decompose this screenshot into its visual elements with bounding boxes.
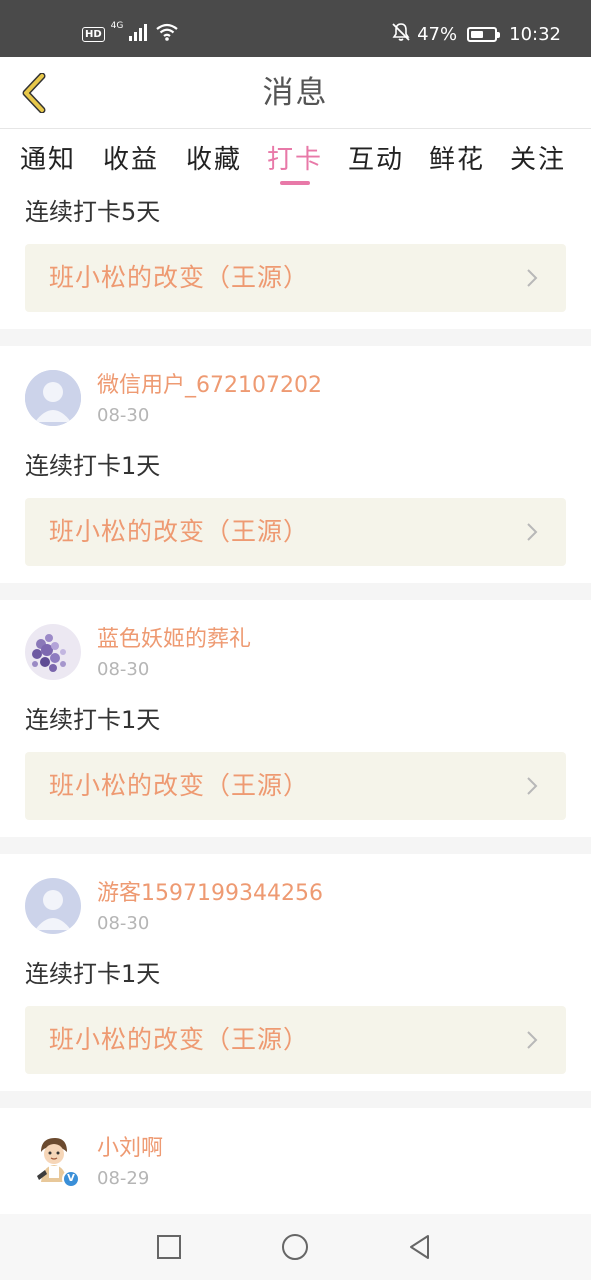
post-date: 08-30 xyxy=(97,659,150,680)
default-avatar-icon xyxy=(25,878,81,934)
default-avatar-icon xyxy=(25,370,81,426)
tab-notifications[interactable]: 通知 xyxy=(20,138,76,182)
divider xyxy=(0,329,591,346)
network-type-label: 4G xyxy=(110,21,124,31)
user-avatar[interactable] xyxy=(25,370,81,426)
tab-checkin[interactable]: 打卡 xyxy=(267,138,323,182)
post-date: 08-30 xyxy=(97,913,150,934)
tab-following[interactable]: 关注 xyxy=(510,138,566,182)
checkin-streak-text: 连续打卡1天 xyxy=(25,706,161,734)
checkin-streak-text: 连续打卡1天 xyxy=(25,960,161,988)
battery-percent: 47% xyxy=(417,23,458,45)
status-left: HD 4G xyxy=(82,20,179,48)
mute-bell-icon xyxy=(391,22,411,47)
tab-flowers[interactable]: 鲜花 xyxy=(429,138,485,182)
cell-signal-icon xyxy=(129,23,149,45)
recents-button[interactable] xyxy=(153,1231,185,1263)
book-card[interactable]: 班小松的改变（王源） xyxy=(25,1006,566,1074)
active-tab-indicator xyxy=(280,181,310,185)
user-name[interactable]: 游客1597199344256 xyxy=(97,879,323,909)
user-avatar[interactable] xyxy=(25,624,81,680)
triangle-back-icon xyxy=(410,1235,429,1259)
header-bar: 消息 xyxy=(0,57,591,129)
status-right: 47% 10:32 xyxy=(391,20,561,48)
chevron-right-icon xyxy=(527,1031,538,1049)
book-title: 班小松的改变（王源） xyxy=(49,517,310,546)
user-avatar[interactable] xyxy=(25,878,81,934)
user-name[interactable]: 蓝色妖姬的葬礼 xyxy=(97,625,251,655)
divider xyxy=(0,1091,591,1108)
nav-back-button[interactable] xyxy=(404,1231,436,1263)
circle-home-icon xyxy=(282,1234,308,1260)
chevron-right-icon xyxy=(527,523,538,541)
status-bar: HD 4G 47% 10:32 xyxy=(0,0,591,57)
book-card[interactable]: 班小松的改变（王源） xyxy=(25,244,566,312)
hd-badge: HD xyxy=(82,26,105,42)
book-title: 班小松的改变（王源） xyxy=(49,1025,310,1054)
system-nav-bar xyxy=(0,1214,591,1280)
wifi-icon xyxy=(155,23,179,45)
home-button[interactable] xyxy=(279,1231,311,1263)
divider xyxy=(0,837,591,854)
user-name[interactable]: 小刘啊 xyxy=(97,1134,163,1164)
divider xyxy=(0,583,591,600)
tab-interactions[interactable]: 互动 xyxy=(348,138,404,182)
tab-favorites[interactable]: 收藏 xyxy=(186,138,242,182)
checkin-feed[interactable]: 连续打卡5天 班小松的改变（王源） 微信用户_672107202 08-30 连… xyxy=(0,192,591,1214)
book-title: 班小松的改变（王源） xyxy=(49,771,310,800)
tab-earnings[interactable]: 收益 xyxy=(103,138,159,182)
lavender-flower-avatar xyxy=(25,624,81,680)
post-date: 08-29 xyxy=(97,1168,150,1189)
square-recents-icon xyxy=(157,1235,181,1259)
post-date: 08-30 xyxy=(97,405,150,426)
checkin-streak-text: 连续打卡5天 xyxy=(25,198,161,226)
chevron-right-icon xyxy=(527,269,538,287)
clock: 10:32 xyxy=(509,23,561,45)
book-card[interactable]: 班小松的改变（王源） xyxy=(25,498,566,566)
chevron-right-icon xyxy=(527,777,538,795)
page-title: 消息 xyxy=(262,75,329,111)
verified-badge-icon: V xyxy=(62,1170,80,1188)
user-name[interactable]: 微信用户_672107202 xyxy=(97,371,322,401)
checkin-streak-text: 连续打卡1天 xyxy=(25,452,161,480)
book-title: 班小松的改变（王源） xyxy=(49,263,310,292)
book-card[interactable]: 班小松的改变（王源） xyxy=(25,752,566,820)
battery-icon xyxy=(467,26,501,42)
